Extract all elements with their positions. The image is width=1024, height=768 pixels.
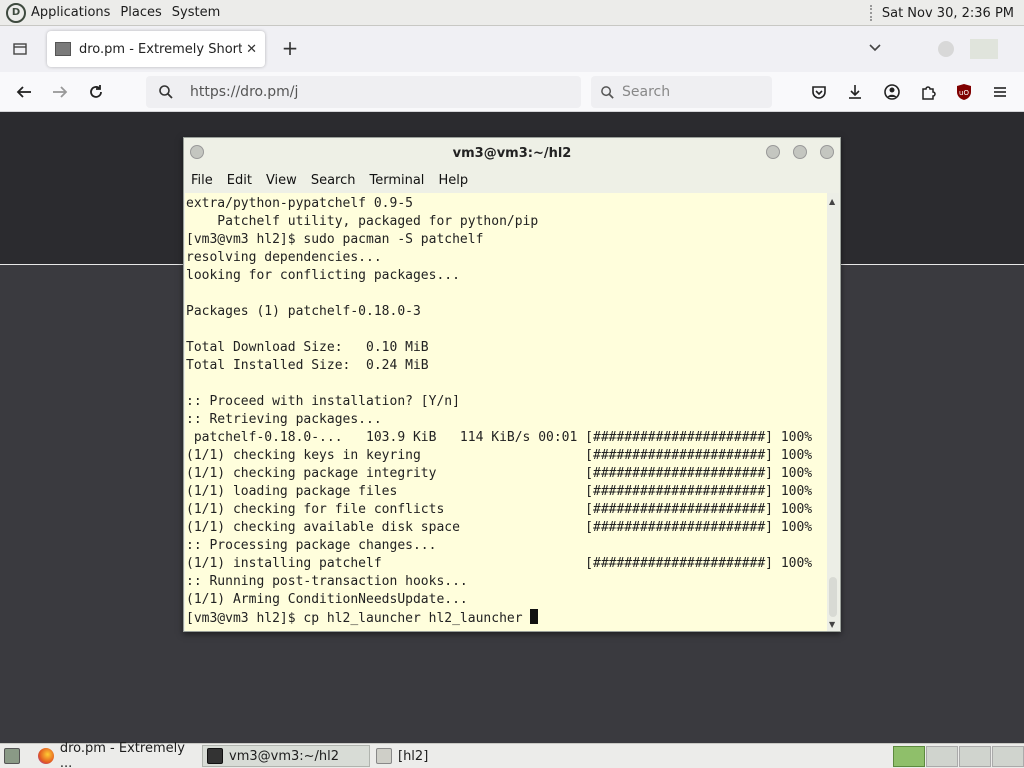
back-button[interactable]	[12, 80, 36, 104]
download-icon	[849, 85, 861, 99]
window-minimize-button[interactable]	[938, 41, 954, 57]
terminal-text: extra/python-pypatchelf 0.9-5 Patchelf u…	[186, 196, 813, 626]
workspace-2[interactable]	[926, 746, 958, 767]
forward-arrow-icon	[53, 86, 68, 98]
terminal-titlebar[interactable]: vm3@vm3:~/hl2	[184, 138, 840, 168]
scroll-up-icon[interactable]: ▲	[829, 197, 835, 206]
list-all-tabs-chevron-icon[interactable]	[860, 42, 890, 57]
pocket-icon	[812, 86, 826, 99]
terminal-menubar: File Edit View Search Terminal Help	[184, 168, 840, 192]
new-tab-button[interactable]: +	[278, 36, 302, 60]
reload-icon	[90, 85, 102, 98]
tab-title: dro.pm - Extremely Short Li	[79, 41, 243, 57]
ublock-button[interactable]: uO	[952, 80, 976, 104]
url-bar[interactable]: https://dro.pm/j	[146, 76, 581, 108]
account-button[interactable]	[880, 80, 904, 104]
back-arrow-icon	[16, 86, 31, 98]
bottom-taskbar: dro.pm - Extremely ... vm3@vm3:~/hl2 [hl…	[0, 741, 1024, 768]
taskbar-item-label: [hl2]	[398, 748, 429, 764]
tab-dro-pm[interactable]: dro.pm - Extremely Short Li ✕	[47, 31, 265, 67]
terminal-output[interactable]: extra/python-pypatchelf 0.9-5 Patchelf u…	[185, 193, 827, 631]
menu-terminal[interactable]: Terminal	[369, 173, 424, 188]
account-icon	[884, 84, 900, 100]
search-placeholder: Search	[622, 84, 671, 100]
reload-button[interactable]	[84, 80, 108, 104]
search-icon	[159, 85, 173, 99]
page-favicon-icon	[55, 42, 71, 56]
terminal-prompt: [vm3@vm3 hl2]$ cp hl2_launcher hl2_launc…	[186, 611, 531, 626]
taskbar-item-folder[interactable]: [hl2]	[372, 745, 472, 767]
distro-logo-icon[interactable]: D	[6, 2, 26, 23]
terminal-icon	[207, 748, 223, 764]
folder-icon	[376, 748, 392, 764]
browser-tab-bar: dro.pm - Extremely Short Li ✕ +	[0, 26, 1024, 72]
taskbar-item-label: dro.pm - Extremely ...	[59, 741, 185, 768]
hamburger-menu-icon	[994, 87, 1006, 97]
scroll-down-icon[interactable]: ▼	[829, 620, 835, 629]
ublock-shield-icon: uO	[957, 84, 971, 100]
terminal-cursor	[530, 609, 539, 624]
tab-bar-right	[860, 26, 1024, 72]
downloads-button[interactable]	[843, 80, 867, 104]
show-desktop-icon	[4, 748, 20, 764]
extensions-button[interactable]	[916, 80, 940, 104]
taskbar-item-terminal[interactable]: vm3@vm3:~/hl2	[202, 745, 370, 767]
pocket-button[interactable]	[807, 80, 831, 104]
browser-nav-bar: https://dro.pm/j Search uO	[0, 72, 1024, 112]
menu-edit[interactable]: Edit	[227, 173, 252, 188]
terminal-minimize-button[interactable]	[766, 145, 780, 159]
window-maximize-button[interactable]	[970, 39, 998, 59]
tab-list-button[interactable]	[0, 26, 40, 72]
workspace-1[interactable]	[893, 746, 925, 767]
puzzle-icon	[922, 86, 936, 100]
terminal-scrollbar[interactable]: ▲ ▼	[827, 193, 839, 631]
svg-text:uO: uO	[959, 89, 969, 97]
panel-right: Sat Nov 30, 2:36 PM	[869, 0, 1014, 26]
menu-file[interactable]: File	[191, 173, 213, 188]
tab-close-icon[interactable]: ✕	[246, 42, 257, 57]
clock[interactable]: Sat Nov 30, 2:36 PM	[882, 6, 1014, 21]
places-menu[interactable]: Places	[120, 5, 161, 20]
url-text: https://dro.pm/j	[190, 84, 299, 100]
tab-list-icon	[13, 43, 27, 55]
workspace-3[interactable]	[959, 746, 991, 767]
firefox-icon	[38, 748, 54, 764]
panel-menu-bar: D Applications Places System	[0, 0, 230, 26]
panel-grip-icon[interactable]	[869, 5, 874, 21]
terminal-title: vm3@vm3:~/hl2	[452, 145, 572, 161]
system-menu[interactable]: System	[172, 5, 220, 20]
forward-button[interactable]	[48, 80, 72, 104]
search-bar[interactable]: Search	[591, 76, 772, 108]
applications-menu[interactable]: Applications	[31, 5, 110, 20]
search-bar-icon	[601, 85, 614, 99]
terminal-close-button[interactable]	[820, 145, 834, 159]
window-menu-icon[interactable]	[190, 145, 204, 159]
top-panel: D Applications Places System Sat Nov 30,…	[0, 0, 1024, 26]
terminal-maximize-button[interactable]	[793, 145, 807, 159]
menu-view[interactable]: View	[266, 173, 297, 188]
terminal-window[interactable]: vm3@vm3:~/hl2 File Edit View Search Term…	[183, 137, 841, 632]
show-desktop-button[interactable]	[0, 745, 30, 767]
menu-search[interactable]: Search	[311, 173, 356, 188]
menu-help[interactable]: Help	[438, 173, 468, 188]
workspace-4[interactable]	[992, 746, 1024, 767]
app-menu-button[interactable]	[988, 80, 1012, 104]
taskbar-item-label: vm3@vm3:~/hl2	[229, 748, 340, 764]
scrollbar-thumb[interactable]	[829, 577, 837, 617]
taskbar-item-firefox[interactable]: dro.pm - Extremely ...	[34, 741, 200, 768]
